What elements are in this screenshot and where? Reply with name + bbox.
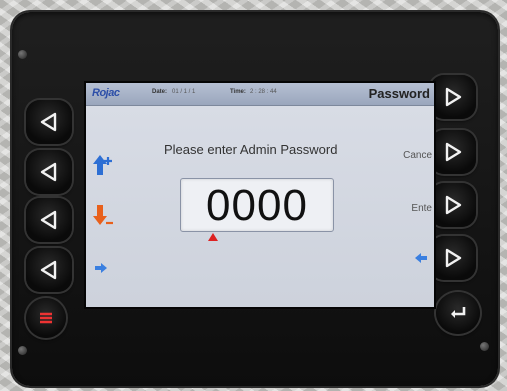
left-softkey-2[interactable]	[26, 150, 72, 194]
triangle-right-icon	[445, 248, 462, 268]
date-label: Date:	[152, 89, 168, 95]
enter-label: Ente	[411, 203, 432, 214]
password-input[interactable]: 0000	[180, 178, 334, 232]
left-softkey-1[interactable]	[26, 100, 72, 144]
screw-icon	[480, 342, 489, 351]
triangle-left-icon	[40, 162, 57, 182]
screw-icon	[18, 50, 27, 59]
arrow-right-icon	[95, 263, 107, 273]
arrow-up-plus-icon	[93, 155, 112, 175]
brand-logo: Rojac	[92, 87, 120, 99]
triangle-left-icon	[40, 260, 57, 280]
triangle-right-icon	[445, 142, 462, 162]
right-softkey-4[interactable]	[430, 236, 476, 280]
password-prompt: Please enter Admin Password	[164, 142, 338, 157]
screw-icon	[18, 346, 27, 355]
date-value: 01 / 1 / 1	[172, 89, 196, 95]
password-value: 0000	[206, 181, 308, 230]
enter-button[interactable]	[436, 292, 480, 334]
return-icon	[451, 307, 466, 318]
screen-title: Password	[368, 86, 430, 101]
lcd-screen: Rojac Date: 01 / 1 / 1 Time: 2 : 28 : 44…	[84, 81, 436, 309]
time-value: 2 : 28 : 44	[250, 89, 277, 95]
left-softkey-4[interactable]	[26, 248, 72, 292]
enter-softkey[interactable]	[430, 183, 476, 227]
time-label: Time:	[230, 89, 246, 95]
arrow-down-minus-icon	[93, 205, 113, 225]
cancel-label: Cance	[403, 150, 432, 161]
digit-cursor-caret	[208, 233, 218, 241]
triangle-right-icon	[445, 87, 462, 107]
triangle-right-icon	[445, 195, 462, 215]
cancel-softkey[interactable]	[430, 130, 476, 174]
left-softkey-3[interactable]	[26, 198, 72, 242]
screen-header: Rojac Date: 01 / 1 / 1 Time: 2 : 28 : 44…	[86, 83, 434, 106]
right-softkey-1[interactable]	[430, 75, 476, 119]
menu-icon	[40, 312, 52, 324]
arrow-left-icon	[415, 253, 427, 263]
menu-button[interactable]	[26, 298, 66, 338]
triangle-left-icon	[40, 210, 57, 230]
triangle-left-icon	[40, 112, 57, 132]
